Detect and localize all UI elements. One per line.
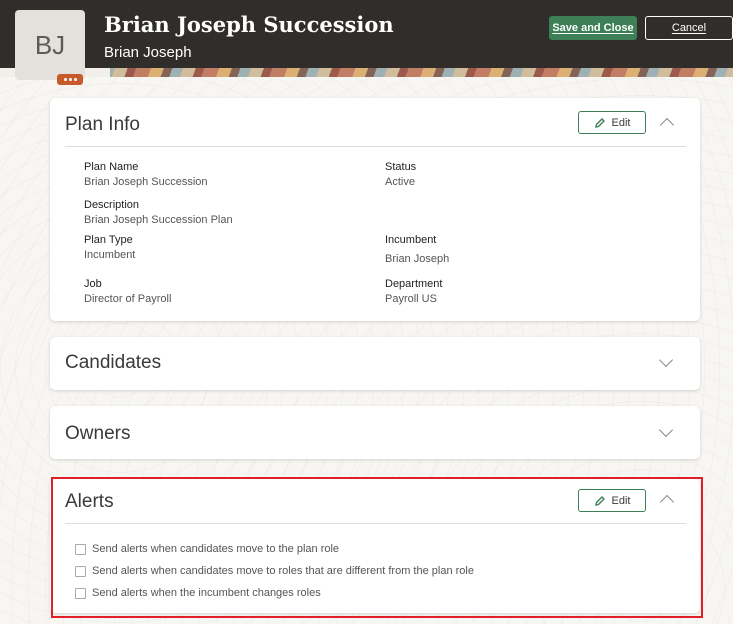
alert-checkbox[interactable]: [75, 543, 86, 555]
job-label: Job: [84, 278, 102, 290]
cancel-button[interactable]: Cancel: [645, 16, 733, 40]
incumbent-field: Incumbent Brian Joseph: [385, 234, 449, 265]
plan-type-label: Plan Type: [84, 234, 133, 246]
department-value: Payroll US: [385, 293, 437, 305]
department-field: Department Payroll US: [385, 278, 442, 305]
pencil-icon: [594, 117, 605, 128]
status-label: Status: [385, 161, 417, 173]
collapse-chevron-icon[interactable]: [659, 494, 675, 510]
alert-option-label: Send alerts when candidates move to the …: [92, 543, 340, 555]
save-and-close-button[interactable]: Save and Close: [549, 16, 637, 40]
plan-info-edit-label: Edit: [611, 116, 631, 129]
page-header: Brian Joseph Succession Brian Joseph Sav…: [0, 0, 733, 68]
alert-option[interactable]: Send alerts when the incumbent changes r…: [75, 587, 321, 599]
alerts-divider: [65, 523, 686, 524]
status-value: Active: [385, 176, 415, 188]
job-value: Director of Payroll: [84, 293, 172, 305]
more-options-icon[interactable]: [57, 74, 83, 85]
alert-option[interactable]: Send alerts when candidates move to the …: [75, 543, 339, 555]
plan-info-divider: [65, 146, 686, 147]
job-field: Job Director of Payroll: [84, 278, 171, 305]
expand-chevron-icon[interactable]: [658, 422, 674, 438]
incumbent-value: Brian Joseph: [385, 253, 450, 265]
alerts-edit-button[interactable]: Edit: [578, 489, 646, 512]
pencil-icon: [594, 495, 605, 506]
plan-info-title: Plan Info: [65, 114, 140, 135]
incumbent-label: Incumbent: [385, 234, 437, 246]
description-value: Brian Joseph Succession Plan: [84, 214, 233, 226]
plan-info-edit-button[interactable]: Edit: [578, 111, 646, 134]
owners-card[interactable]: Owners: [50, 406, 700, 459]
candidates-title: Candidates: [65, 352, 162, 373]
plan-name-value: Brian Joseph Succession: [84, 176, 208, 188]
plan-type-value: Incumbent: [84, 249, 136, 261]
candidates-card[interactable]: Candidates: [50, 337, 700, 390]
alert-option[interactable]: Send alerts when candidates move to role…: [75, 565, 474, 577]
description-field: Description Brian Joseph Succession Plan: [84, 199, 233, 226]
owners-title: Owners: [65, 423, 131, 444]
alert-option-label: Send alerts when the incumbent changes r…: [92, 587, 321, 599]
avatar: BJ: [15, 10, 85, 80]
alerts-edit-label: Edit: [611, 494, 631, 507]
plan-name-label: Plan Name: [84, 161, 139, 173]
plan-name-field: Plan Name Brian Joseph Succession: [84, 161, 208, 188]
collapse-chevron-icon[interactable]: [659, 117, 675, 133]
page-title: Brian Joseph Succession: [104, 12, 394, 37]
page-subtitle: Brian Joseph: [104, 44, 192, 61]
status-field: Status Active: [385, 161, 416, 188]
alert-checkbox[interactable]: [75, 587, 86, 599]
alerts-card: Alerts Edit Send alerts when candidates …: [50, 479, 700, 613]
department-label: Department: [385, 278, 443, 290]
alert-checkbox[interactable]: [75, 565, 86, 577]
plan-type-field: Plan Type Incumbent: [84, 234, 135, 261]
description-label: Description: [84, 199, 140, 211]
expand-chevron-icon[interactable]: [658, 352, 674, 368]
plan-info-card: Plan Info Edit Plan Name Brian Joseph Su…: [50, 98, 700, 321]
alerts-title: Alerts: [65, 491, 114, 512]
alert-option-label: Send alerts when candidates move to role…: [92, 565, 474, 577]
